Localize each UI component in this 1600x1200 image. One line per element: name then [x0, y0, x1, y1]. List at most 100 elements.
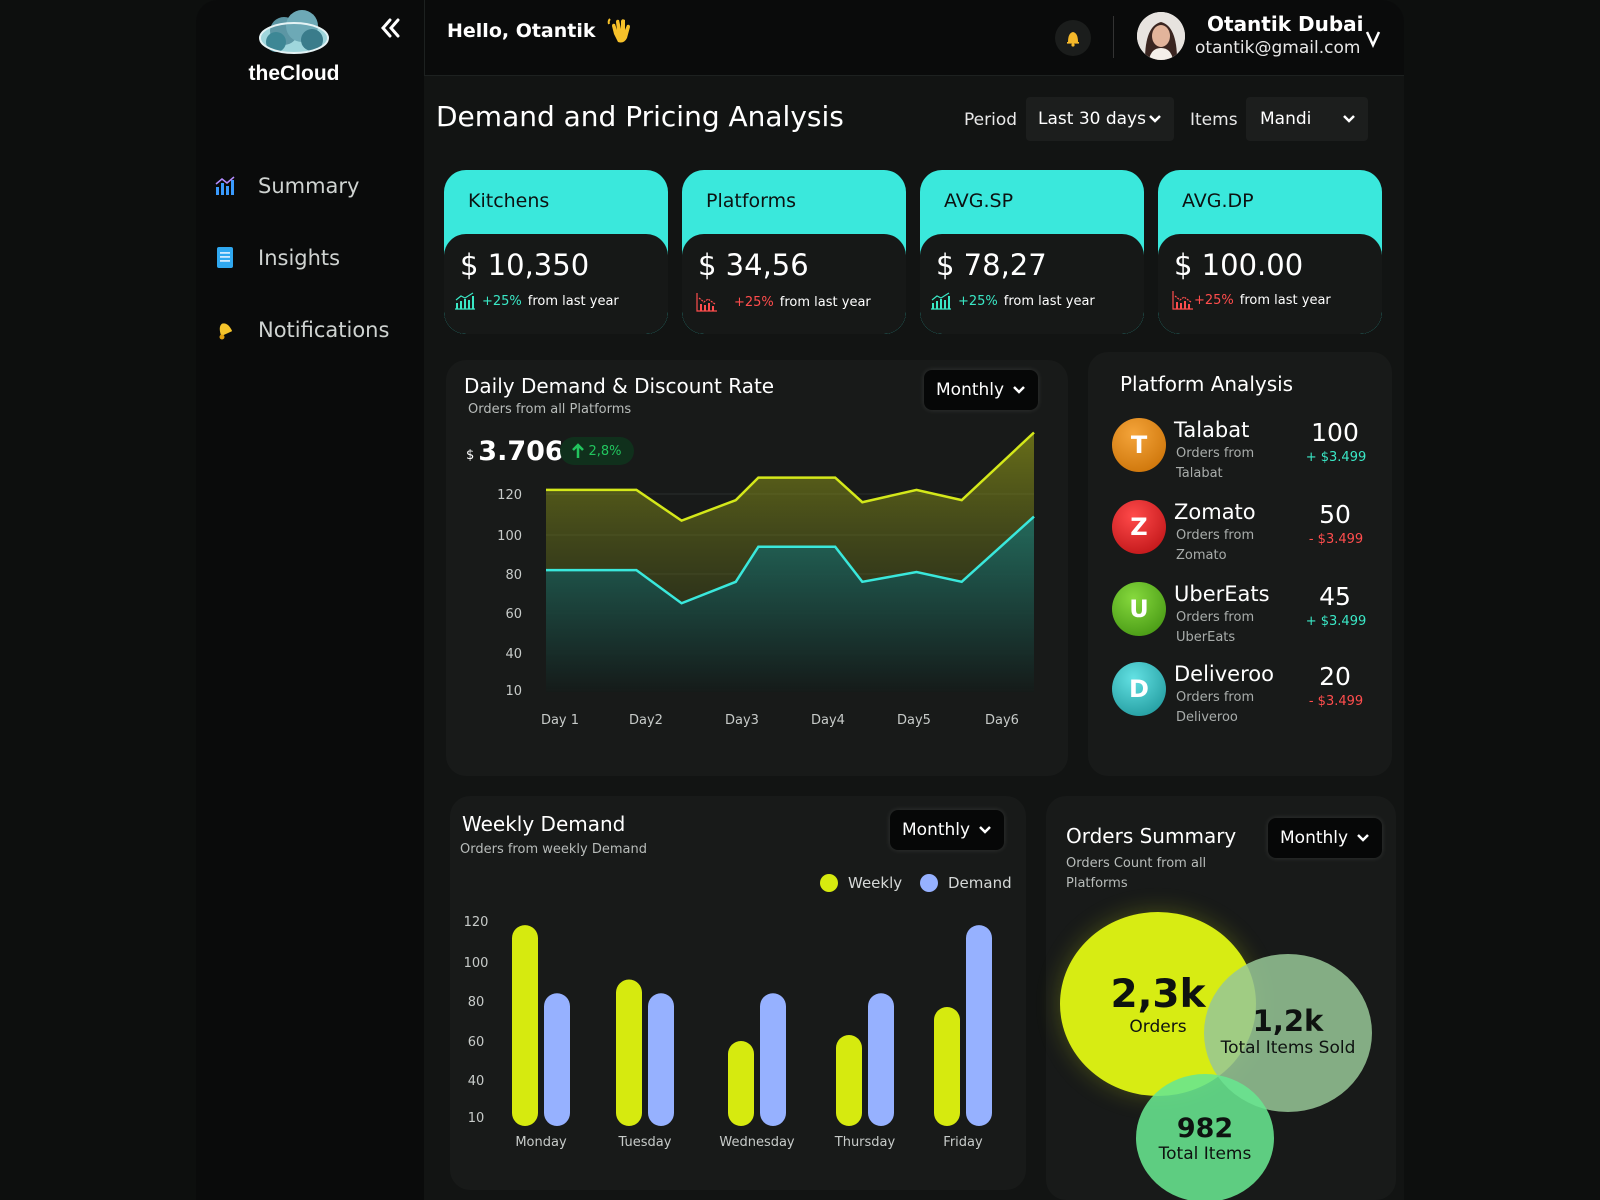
- daily-demand-card: Daily Demand & Discount Rate Orders from…: [446, 360, 1068, 776]
- app-name: theCloud: [248, 62, 340, 85]
- platform-row-talabat[interactable]: T Talabat Orders from Talabat 100 + $3.4…: [1112, 418, 1382, 494]
- x-tick-label: Day4: [811, 713, 845, 728]
- x-tick-label: Day 1: [541, 713, 579, 728]
- kpi-change-suffix: from last year: [527, 293, 619, 309]
- bell-icon: [219, 323, 233, 340]
- y-tick-label: 40: [505, 647, 522, 662]
- platform-count: 20: [1319, 662, 1351, 691]
- platform-count: 50: [1319, 500, 1351, 529]
- card-subtitle: Orders Count from all Platforms: [1066, 856, 1207, 891]
- platform-name: Talabat: [1174, 418, 1250, 442]
- x-tick-label: Day2: [629, 713, 663, 728]
- bar-weekly: [836, 1035, 862, 1126]
- kpi-card-avg-sp[interactable]: AVG.SP $ 78,27 +25% from last year: [920, 170, 1144, 334]
- platform-delta: + $3.499: [1305, 614, 1367, 629]
- user-menu-button[interactable]: [1365, 30, 1381, 52]
- period-label: Period: [964, 110, 1018, 130]
- sidebar-item-summary[interactable]: Summary: [214, 150, 389, 222]
- app-frame: theCloud Summary Insights Notifications …: [196, 0, 1404, 1200]
- items-select[interactable]: Mandi: [1246, 97, 1368, 141]
- total-items-bubble: 982 Total Items: [1136, 1074, 1274, 1200]
- x-tick-label: Day6: [985, 713, 1019, 728]
- y-tick-label: 80: [505, 568, 522, 583]
- orders-summary-card: Orders Summary Orders Count from all Pla…: [1046, 796, 1396, 1200]
- y-tick-label: 60: [505, 607, 522, 622]
- sidebar-item-label: Insights: [258, 246, 341, 270]
- kpi-title: Platforms: [706, 190, 797, 212]
- kpi-change: +25%: [1194, 292, 1234, 308]
- kpi-change: +25%: [482, 293, 522, 309]
- platform-subtitle: Orders from UberEats: [1176, 610, 1255, 645]
- sidebar-item-insights[interactable]: Insights: [214, 222, 389, 294]
- sidebar-item-label: Summary: [258, 174, 360, 198]
- y-tick-label: 80: [468, 995, 485, 1010]
- chevron-down-icon: [1149, 115, 1161, 123]
- kpi-change-suffix: from last year: [1239, 292, 1331, 308]
- card-title: Orders Summary: [1066, 824, 1237, 848]
- waving-hand-icon: [607, 18, 630, 43]
- sidebar-item-notifications[interactable]: Notifications: [214, 294, 389, 366]
- orders-label: Orders: [1129, 1016, 1187, 1037]
- total-items-value: 982: [1176, 1112, 1234, 1144]
- bar-weekly: [934, 1007, 960, 1126]
- weekly-demand-chart: 120 100 80 60 40 10 Monday Tuesday Wednesday Thur…: [464, 915, 992, 1150]
- user-photo-icon: [1137, 12, 1185, 60]
- bar-weekly: [512, 925, 538, 1126]
- collapse-sidebar-button[interactable]: [378, 16, 408, 46]
- kpi-title: AVG.DP: [1182, 190, 1254, 212]
- kpi-card-kitchens[interactable]: Kitchens $ 10,350 +25% from last year: [444, 170, 668, 334]
- trend-up-icon: [455, 292, 475, 310]
- y-tick-label: 120: [497, 488, 522, 503]
- kpi-card-platforms[interactable]: Platforms $ 34,56 +25% from last year: [682, 170, 906, 334]
- chevron-down-icon: [1343, 115, 1355, 123]
- kpi-title: Kitchens: [468, 190, 550, 212]
- kpi-title: AVG.SP: [944, 190, 1014, 212]
- kpi-value: $ 10,350: [460, 248, 590, 282]
- platform-name: Zomato: [1174, 500, 1256, 524]
- bar-demand: [868, 993, 894, 1126]
- greeting-text: Hello, Otantik: [447, 20, 596, 42]
- kpi-change: +25%: [734, 294, 774, 310]
- bar-demand: [648, 993, 674, 1126]
- divider: [1113, 16, 1114, 58]
- platform-row-zomato[interactable]: Z Zomato Orders from Zomato 50 - $3.499: [1112, 500, 1382, 576]
- kpi-card-avg-dp[interactable]: AVG.DP $ 100.00 +25% from last year: [1158, 170, 1382, 334]
- bell-icon: [1067, 32, 1079, 47]
- x-tick-label: Friday: [943, 1135, 983, 1150]
- chevron-down-icon: [1365, 31, 1381, 48]
- platform-name: Deliveroo: [1174, 662, 1274, 686]
- trend-up-icon: [931, 292, 951, 310]
- y-tick-label: 100: [464, 956, 489, 971]
- cloud-logo-icon: [259, 10, 329, 54]
- items-label: Items: [1190, 110, 1238, 130]
- zomato-logo-icon: Z: [1112, 500, 1166, 554]
- orders-period-select[interactable]: Monthly: [1268, 818, 1382, 858]
- items-sold-label: Total Items Sold: [1220, 1038, 1356, 1058]
- kpi-change: +25%: [958, 293, 998, 309]
- platform-subtitle: Orders from Deliveroo: [1176, 690, 1255, 725]
- logo[interactable]: theCloud: [244, 8, 344, 86]
- avatar[interactable]: [1137, 12, 1185, 60]
- platform-name: UberEats: [1174, 582, 1270, 606]
- weekly-demand-card: Weekly Demand Orders from weekly Demand …: [450, 796, 1026, 1190]
- deliveroo-logo-icon: D: [1112, 662, 1166, 716]
- kpi-change-suffix: from last year: [1003, 293, 1095, 309]
- user-name: Otantik Dubai: [1207, 12, 1364, 36]
- platform-delta: + $3.499: [1305, 450, 1367, 465]
- platform-row-ubereats[interactable]: U UberEats Orders from UberEats 45 + $3.…: [1112, 582, 1382, 658]
- platform-analysis-card: Platform Analysis T Talabat Orders from …: [1088, 352, 1392, 776]
- kpi-change-suffix: from last year: [779, 294, 871, 310]
- platform-row-deliveroo[interactable]: D Deliveroo Orders from Deliveroo 20 - $…: [1112, 662, 1382, 738]
- kpi-value: $ 34,56: [698, 248, 809, 282]
- sidebar: theCloud Summary Insights Notifications: [196, 0, 424, 1200]
- y-tick-label: 40: [468, 1074, 485, 1089]
- period-select[interactable]: Last 30 days: [1026, 97, 1174, 141]
- daily-demand-chart: 120 100 80 60 40 10 Day 1 Day2 Day3 Day4 Day5 Day6: [497, 431, 1035, 728]
- period-value: Last 30 days: [1038, 109, 1146, 129]
- talabat-logo-icon: T: [1112, 418, 1166, 472]
- sidebar-item-label: Notifications: [258, 318, 390, 342]
- ubereats-logo-icon: U: [1112, 582, 1166, 636]
- notifications-button[interactable]: [1055, 20, 1091, 56]
- x-tick-label: Wednesday: [719, 1135, 795, 1150]
- bar-weekly: [616, 979, 642, 1126]
